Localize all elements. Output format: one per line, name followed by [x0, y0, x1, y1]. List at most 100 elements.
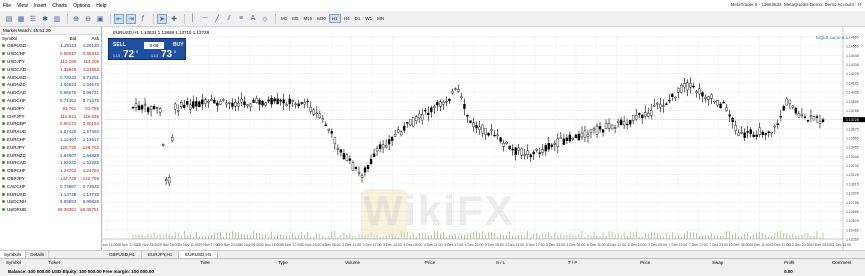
data-window-icon[interactable]: ▥ — [52, 14, 62, 24]
candle-bearish — [192, 101, 195, 108]
market-watch-row[interactable]: CADCHF 0.73887 0.73922 — [0, 182, 101, 190]
menu-insert[interactable]: Insert — [34, 3, 47, 9]
candle-bullish — [167, 177, 171, 184]
timeframe-m1[interactable]: M1 — [279, 15, 289, 22]
autoscroll-icon[interactable]: ⇤ — [114, 13, 124, 24]
timeframe-h1[interactable]: H1 — [329, 14, 341, 23]
fibonacci-icon[interactable]: ≡ — [236, 14, 246, 24]
col-type[interactable]: Type — [278, 260, 288, 265]
new-chart-icon[interactable]: ▤ — [4, 14, 14, 24]
ask-cell: 1.64829 — [82, 152, 99, 158]
timeframe-m5[interactable]: M5 — [290, 15, 300, 22]
chart-window[interactable]: EURUSD,H1 1.13831 1.13868 1.13715 1.1372… — [103, 27, 865, 258]
vertical-line-icon[interactable]: │ — [188, 14, 198, 24]
price-axis-label: 1.13675 — [846, 127, 859, 131]
profiles-icon[interactable]: ▦ — [16, 14, 26, 24]
trendline-icon[interactable]: ╱ — [212, 14, 222, 24]
market-watch-row[interactable]: USDCNH 6.89692 6.89828 — [0, 198, 101, 206]
market-watch-row[interactable]: AUDUSD 0.73232 0.73251 — [0, 73, 101, 81]
col-tp[interactable]: T / P — [568, 260, 577, 265]
candle-bearish — [324, 124, 328, 126]
navigator-icon[interactable]: ✱ — [40, 14, 50, 24]
tab-details[interactable]: Details — [26, 251, 50, 258]
menu-file[interactable]: File — [3, 3, 11, 9]
candle-bearish — [638, 113, 641, 115]
menu-charts[interactable]: Charts — [52, 3, 67, 9]
market-watch-row[interactable]: AUDNZD 1.04623 1.04673 — [0, 81, 101, 89]
timeframe-m15[interactable]: M15 — [302, 15, 315, 22]
volume-input[interactable]: 0.00 — [144, 42, 164, 49]
col-swap[interactable]: Swap — [712, 260, 723, 265]
price-axis-label: 1.13565 — [846, 137, 859, 141]
col-price-current[interactable]: Price — [640, 260, 650, 265]
candle-bullish — [396, 129, 400, 133]
horizontal-line-icon[interactable]: ─ — [200, 14, 210, 24]
col-price[interactable]: Price — [425, 260, 435, 265]
chart-tab-eurjpy[interactable]: EURJPY,H1 — [142, 251, 180, 258]
market-watch-row[interactable]: GBPJPY 142.739 142.769 — [0, 175, 101, 183]
menu-help[interactable]: Help — [96, 3, 106, 9]
sell-button[interactable]: SELL — [113, 42, 126, 48]
market-watch-row[interactable]: AUDJPY 81.761 81.786 — [0, 104, 101, 112]
candle-bullish — [644, 112, 647, 117]
cursor-icon[interactable]: ➤ — [157, 13, 167, 24]
col-sl[interactable]: S / L — [496, 260, 505, 265]
column-bid[interactable]: Bid — [51, 36, 77, 41]
timeframe-m30[interactable]: M30 — [315, 15, 328, 22]
zoom-in-icon[interactable]: ⊕ — [71, 14, 81, 24]
candle-bearish — [405, 122, 409, 124]
buy-price-big[interactable]: 73 — [161, 49, 172, 60]
buy-button[interactable]: BUY — [173, 42, 184, 48]
market-watch-row[interactable]: EURCAD 1.52222 1.52255 — [0, 159, 101, 167]
timeframe-mn[interactable]: MN — [375, 15, 386, 22]
timeframe-w1[interactable]: W1 — [363, 15, 374, 22]
market-watch-row[interactable]: USDRUB 66.39391 66.39751 — [0, 206, 101, 214]
sell-price-big[interactable]: 72 — [123, 49, 134, 60]
candle-bullish — [176, 110, 180, 112]
zoom-out-icon[interactable]: ⊖ — [83, 14, 93, 24]
market-watch-row[interactable]: CHFJPY 116.813 116.836 — [0, 112, 101, 120]
col-comment[interactable]: Comment — [832, 260, 852, 265]
chart-shift-icon[interactable]: ⇥ — [126, 13, 136, 24]
candle-bearish — [511, 148, 514, 151]
tile-windows-icon[interactable]: ▣ — [95, 14, 105, 24]
candle-bearish — [198, 101, 201, 108]
indicators-icon[interactable]: ƒ — [138, 14, 148, 24]
market-watch-row[interactable]: EURJPY 128.730 128.763 — [0, 143, 101, 151]
col-volume[interactable]: Volume — [345, 260, 360, 265]
market-watch-row[interactable]: AUDCHF 0.71451 0.71476 — [0, 97, 101, 105]
timeframe-d1[interactable]: D1 — [353, 15, 363, 22]
col-profit[interactable]: Profit — [784, 260, 795, 265]
candle-bearish — [601, 129, 605, 133]
chart-tab-gbpusd[interactable]: GBPUSD,H1 — [103, 251, 143, 258]
market-watch-row[interactable]: USDCHF 0.96917 0.96932 — [0, 50, 101, 58]
market-watch-row[interactable]: USDJPY 113.190 113.205 — [0, 58, 101, 66]
candle-bullish — [656, 102, 659, 105]
menu-options[interactable]: Options — [73, 3, 90, 9]
market-watch-row[interactable]: GBPUSD 1.26113 1.26130 — [0, 42, 101, 50]
column-symbol[interactable]: Symbol — [2, 36, 51, 41]
channel-icon[interactable]: ⫽ — [224, 14, 234, 24]
market-watch-icon[interactable]: ☰ — [28, 14, 38, 24]
market-watch-row[interactable]: EURUSD 1.13728 1.13738 — [0, 190, 101, 198]
market-watch-row[interactable]: AUDCAD 0.96675 0.96721 — [0, 89, 101, 97]
shapes-icon[interactable]: ◇ — [260, 14, 270, 24]
col-ticket[interactable]: Ticket — [48, 260, 60, 265]
market-watch-row[interactable]: EURNZD 1.64807 1.64829 — [0, 151, 101, 159]
market-watch-row[interactable]: EURGBP 0.90172 0.90184 — [0, 120, 101, 128]
menu-view[interactable]: View — [17, 3, 28, 9]
candle-bullish — [604, 123, 608, 129]
tab-symbols[interactable]: Symbols — [0, 251, 27, 258]
col-symbol[interactable]: Symbol — [6, 260, 21, 265]
column-ask[interactable]: Ask — [76, 36, 99, 41]
crosshair-icon[interactable]: ✚ — [169, 14, 179, 24]
market-watch-row[interactable]: GBPCHF 1.24762 1.24784 — [0, 167, 101, 175]
market-watch-row[interactable]: EURAUD 1.57420 1.57450 — [0, 128, 101, 136]
text-icon[interactable]: A — [248, 14, 258, 24]
market-watch-row[interactable]: EURCHF 1.12497 1.12517 — [0, 136, 101, 144]
col-time[interactable]: Time — [200, 260, 210, 265]
market-watch-row[interactable]: USDCAD 1.33846 1.33863 — [0, 65, 101, 73]
candle-bullish — [180, 102, 183, 108]
chart-tab-eurusd[interactable]: EURUSD,H1 — [179, 251, 219, 258]
timeframe-h4[interactable]: H4 — [342, 15, 352, 22]
